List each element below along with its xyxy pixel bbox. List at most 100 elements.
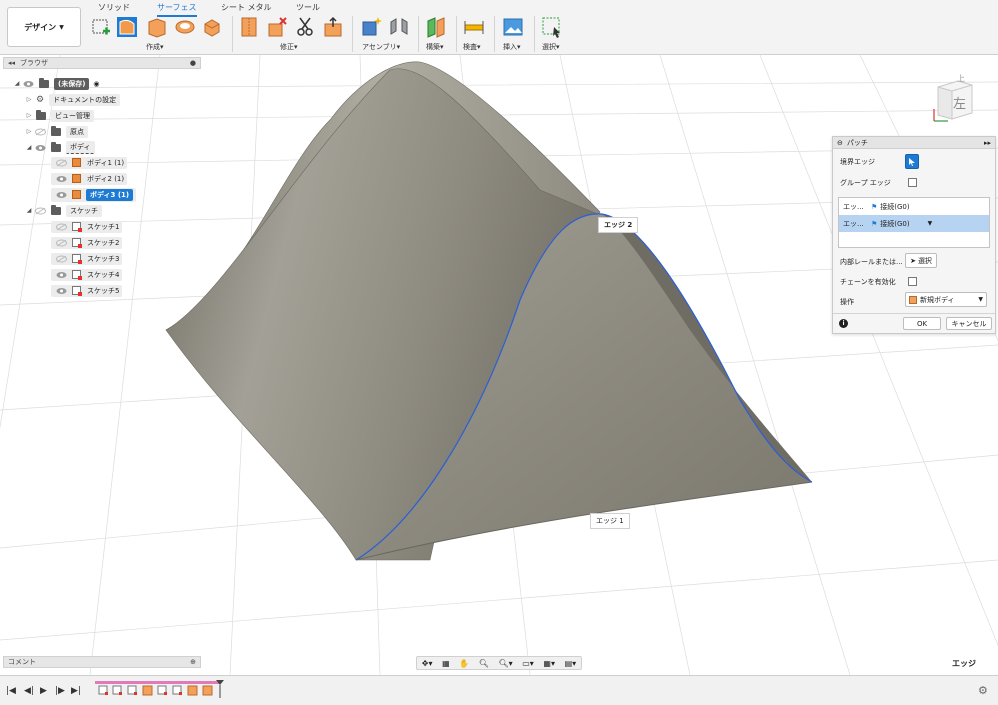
group-create[interactable]: 作成▾ bbox=[146, 42, 164, 52]
grid-settings-icon[interactable]: ▦▾ bbox=[543, 659, 555, 668]
timeline-patch-icon[interactable] bbox=[187, 685, 198, 696]
tree-item-sketches[interactable]: ◢ スケッチ bbox=[25, 204, 102, 217]
play-icon[interactable]: ▶ bbox=[40, 686, 47, 696]
tree-item-label[interactable]: ボディ bbox=[66, 141, 95, 154]
tree-item-sketch-5[interactable]: スケッチ5 bbox=[51, 284, 123, 297]
visibility-eye-icon[interactable] bbox=[56, 175, 67, 183]
collapse-panel-icon[interactable]: ◂◂ bbox=[8, 59, 15, 67]
revolve-icon[interactable] bbox=[174, 16, 196, 38]
create-sketch-icon[interactable] bbox=[90, 16, 112, 38]
trim-icon[interactable] bbox=[238, 16, 260, 38]
joint-icon[interactable] bbox=[388, 16, 410, 38]
orbit-icon[interactable]: ✥▾ bbox=[422, 659, 433, 668]
comments-panel[interactable]: コメント ⊕ bbox=[3, 656, 201, 668]
go-to-end-icon[interactable]: ▶| bbox=[71, 686, 81, 696]
hidden-eye-icon[interactable] bbox=[35, 207, 46, 215]
tree-item-body-3[interactable]: ボディ3 (1) bbox=[51, 187, 137, 202]
tree-item-body-2[interactable]: ボディ2 (1) bbox=[51, 172, 128, 185]
tree-item-origin[interactable]: ▷ 原点 bbox=[25, 125, 88, 138]
info-icon[interactable]: i bbox=[839, 319, 848, 328]
expand-down-icon[interactable]: ◢ bbox=[13, 80, 21, 87]
offset-icon[interactable] bbox=[322, 16, 344, 38]
chevron-down-icon[interactable]: ▼ bbox=[928, 220, 933, 227]
cancel-button[interactable]: キャンセル bbox=[946, 317, 992, 330]
select-icon[interactable] bbox=[541, 16, 563, 38]
visibility-eye-icon[interactable] bbox=[35, 144, 46, 152]
visibility-eye-icon[interactable] bbox=[56, 191, 67, 199]
group-modify[interactable]: 修正▾ bbox=[280, 42, 298, 52]
split-icon[interactable] bbox=[294, 16, 316, 38]
ok-button[interactable]: OK bbox=[903, 317, 941, 330]
zoom-window-icon[interactable]: 🔍︎▾ bbox=[499, 659, 513, 668]
tree-item-sketch-3[interactable]: スケッチ3 bbox=[51, 252, 123, 265]
chain-checkbox[interactable] bbox=[908, 277, 917, 286]
tree-item-label[interactable]: スケッチ bbox=[66, 204, 102, 217]
expand-right-icon[interactable]: ▷ bbox=[25, 96, 33, 103]
hidden-eye-icon[interactable] bbox=[56, 223, 67, 231]
tree-item-label[interactable]: ビュー管理 bbox=[51, 109, 94, 122]
patch-icon[interactable] bbox=[116, 16, 138, 38]
visibility-eye-icon[interactable] bbox=[56, 287, 67, 295]
visibility-eye-icon[interactable] bbox=[56, 271, 67, 279]
expand-right-icon[interactable]: ▷ bbox=[25, 112, 33, 119]
hidden-eye-icon[interactable] bbox=[35, 128, 46, 136]
panel-dot-icon[interactable]: ● bbox=[190, 59, 196, 67]
interior-rails-select-button[interactable]: ➤ 選択 bbox=[905, 253, 937, 268]
timeline-sketch-icon[interactable] bbox=[112, 685, 123, 696]
step-forward-icon[interactable]: |▶ bbox=[55, 686, 65, 696]
edge-row-continuity[interactable]: 接続(G0) bbox=[880, 202, 909, 212]
tree-item-label[interactable]: 原点 bbox=[66, 125, 88, 138]
tree-item-sketch-2[interactable]: スケッチ2 bbox=[51, 236, 123, 249]
group-assembly[interactable]: アセンブリ▾ bbox=[362, 42, 400, 52]
workspace-switcher[interactable]: デザイン ▼ bbox=[7, 7, 81, 47]
operation-select[interactable]: 新規ボディ ▼ bbox=[905, 292, 987, 307]
add-comment-icon[interactable]: ⊕ bbox=[190, 658, 196, 666]
hidden-eye-icon[interactable] bbox=[56, 255, 67, 263]
timeline-sketch-icon[interactable] bbox=[98, 685, 109, 696]
zoom-icon[interactable]: 🔍︎ bbox=[479, 659, 489, 668]
insert-image-icon[interactable] bbox=[502, 16, 524, 38]
timeline-patch-icon[interactable] bbox=[202, 685, 213, 696]
expand-down-icon[interactable]: ◢ bbox=[25, 144, 33, 151]
group-select[interactable]: 選択▾ bbox=[542, 42, 560, 52]
group-inspect[interactable]: 検査▾ bbox=[463, 42, 481, 52]
timeline-sketch-icon[interactable] bbox=[172, 685, 183, 696]
edge-row-continuity[interactable]: 接続(G0) bbox=[880, 219, 909, 229]
tab-solid[interactable]: ソリッド bbox=[98, 2, 130, 15]
hidden-eye-icon[interactable] bbox=[56, 159, 67, 167]
edge-list-row[interactable]: エッ... ⚑ 接続(G0) bbox=[839, 198, 989, 215]
boundary-edge-select-button[interactable] bbox=[905, 154, 919, 169]
timeline-marker-icon[interactable] bbox=[215, 679, 225, 699]
tree-item-sketch-4[interactable]: スケッチ4 bbox=[51, 268, 123, 281]
delete-face-icon[interactable] bbox=[266, 16, 288, 38]
tab-tools[interactable]: ツール bbox=[296, 2, 320, 15]
display-settings-icon[interactable]: ▭▾ bbox=[522, 659, 534, 668]
expand-right-icon[interactable]: ▷ bbox=[25, 128, 33, 135]
tree-item-bodies[interactable]: ◢ ボディ bbox=[25, 141, 95, 154]
extrude-icon[interactable] bbox=[146, 16, 168, 38]
look-at-icon[interactable]: ▦ bbox=[442, 659, 450, 668]
timeline-patch-icon[interactable] bbox=[142, 685, 153, 696]
expand-down-icon[interactable]: ◢ bbox=[25, 207, 33, 214]
group-insert[interactable]: 挿入▾ bbox=[503, 42, 521, 52]
go-to-start-icon[interactable]: |◀ bbox=[6, 686, 16, 696]
measure-icon[interactable] bbox=[463, 16, 485, 38]
collapse-dialog-icon[interactable]: ⊖ bbox=[837, 139, 843, 147]
record-icon[interactable]: ◉ bbox=[93, 80, 99, 88]
tree-root[interactable]: ◢ (未保存) ◉ bbox=[13, 77, 100, 90]
new-component-icon[interactable] bbox=[360, 16, 382, 38]
timeline-sketch-icon[interactable] bbox=[157, 685, 168, 696]
settings-gear-icon[interactable]: ⚙ bbox=[978, 684, 988, 697]
tab-sheet-metal[interactable]: シート メタル bbox=[221, 2, 272, 15]
tree-root-label[interactable]: (未保存) bbox=[54, 77, 90, 90]
tree-item-sketch-1[interactable]: スケッチ1 bbox=[51, 220, 123, 233]
expand-dialog-icon[interactable]: ▸▸ bbox=[984, 139, 991, 147]
tree-item-body-1[interactable]: ボディ1 (1) bbox=[51, 156, 128, 169]
view-cube[interactable]: 上 左 bbox=[928, 73, 978, 125]
timeline-sketch-icon[interactable] bbox=[127, 685, 138, 696]
hidden-eye-icon[interactable] bbox=[56, 239, 67, 247]
offset-plane-icon[interactable] bbox=[425, 16, 447, 38]
step-back-icon[interactable]: ◀| bbox=[24, 686, 34, 696]
group-construct[interactable]: 構築▾ bbox=[426, 42, 444, 52]
group-edge-checkbox[interactable] bbox=[908, 178, 917, 187]
